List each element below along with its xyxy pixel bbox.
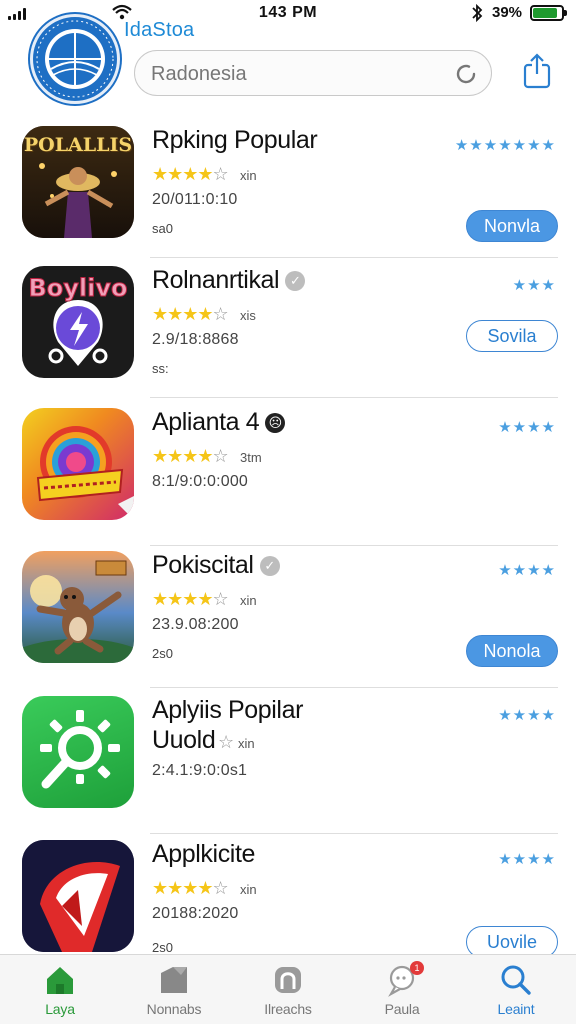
battery-icon (530, 5, 567, 21)
verified-badge-icon: ✓ (285, 271, 306, 291)
loading-spinner-icon (456, 64, 476, 84)
stars-right: ★★★★ (498, 419, 556, 436)
star-rating: ★★★★☆ (152, 878, 229, 898)
stars-right: ★★★★ (498, 562, 556, 579)
tab-label: Nonnabs (146, 1001, 202, 1017)
list-item[interactable]: Boylivo Rolnanrtikal ✓ ★★★★☆ xis 2.9/18:8… (0, 258, 576, 398)
app-name-text: Rolnanrtikal (152, 266, 280, 294)
rating-count: xin (240, 882, 257, 897)
app-size: 2s0 (152, 646, 173, 661)
list-item[interactable]: Applkicite ★★★★☆ xin 20188:2020 2s0 ★★★★… (0, 832, 576, 972)
tab-label: Leaint (497, 1001, 535, 1017)
list-item[interactable]: POLALLIS Rpking Popular ★★★★☆ xin 20/011… (0, 118, 576, 258)
app-size: ss: (152, 361, 169, 376)
app-icon-boylivo[interactable]: Boylivo (22, 266, 134, 378)
rating-count: xis (240, 308, 256, 323)
app-name[interactable]: Rpking Popular (152, 126, 318, 155)
rating-count: xin (240, 593, 257, 608)
list-item[interactable]: Aplyiis Popilar Uuold ☆ xin 2:4.1:9:0:0s… (0, 688, 576, 834)
star-rating: ★★★★☆ (152, 446, 229, 466)
app-size: sa0 (152, 221, 173, 236)
app-icon-green-sun[interactable] (22, 696, 134, 808)
home-icon (47, 967, 73, 994)
star-rating: ☆ (218, 732, 234, 752)
list-item[interactable]: Pokiscital ✓ ★★★★☆ xin 23.9.08:200 2s0 ★★… (0, 543, 576, 688)
app-name[interactable]: Rolnanrtikal ✓ (152, 266, 306, 295)
app-name[interactable]: Aplianta 4 ☹ (152, 408, 286, 437)
get-button[interactable]: Nonola (466, 635, 558, 667)
app-size: 2s0 (152, 940, 173, 955)
tab-updates[interactable]: 1 Paula (352, 961, 452, 1017)
tab-label: Paula (384, 1001, 420, 1017)
app-icon-bear[interactable] (22, 551, 134, 663)
divider (150, 397, 558, 398)
star-rating: ★★★★☆ (152, 304, 229, 324)
star-rating: ★★★★☆ (152, 164, 229, 184)
app-name-text: Pokiscital (152, 551, 254, 579)
rating-count: xin (238, 736, 255, 751)
tab-label: Laya (45, 1001, 75, 1017)
app-icon-text: POLALLIS (23, 134, 133, 156)
search-input[interactable]: Radonesia (134, 50, 492, 96)
tag-icon (161, 967, 187, 993)
tab-games[interactable]: Nonnabs (124, 963, 224, 1017)
emoji-badge-icon: ☹ (265, 413, 286, 433)
app-name[interactable]: Pokiscital ✓ (152, 551, 280, 580)
app-meta: 2:4.1:9:0:0s1 (152, 762, 248, 779)
tab-search[interactable]: Leaint (466, 963, 566, 1017)
app-icon-text: Boylivo (28, 274, 128, 303)
rating-count: xin (240, 168, 257, 183)
bluetooth-icon (472, 3, 483, 23)
share-icon[interactable] (518, 52, 556, 90)
app-meta: 20188:2020 (152, 905, 239, 922)
get-button[interactable]: Nonvla (466, 210, 558, 242)
search-icon (501, 965, 531, 995)
tab-today[interactable]: Laya (10, 963, 110, 1017)
app-name[interactable]: Aplyiis Popilar (152, 696, 303, 725)
stars-right: ★★★★★★★ (454, 137, 556, 154)
app-meta: 8:1/9:0:0:000 (152, 473, 249, 490)
get-button[interactable]: Sovila (466, 320, 558, 352)
search-value: Radonesia (151, 63, 247, 85)
app-meta: 20/011:0:10 (152, 191, 238, 208)
store-logo (30, 14, 120, 104)
app-meta: 2.9/18:8868 (152, 331, 239, 348)
app-icon-polallis[interactable]: POLALLIS (22, 126, 134, 238)
tab-bar: Laya Nonnabs Ilreachs 1 Paula Leaint (0, 954, 576, 1024)
tab-apps[interactable]: Ilreachs (238, 963, 338, 1017)
notification-badge: 1 (410, 961, 424, 975)
verified-badge-icon: ✓ (259, 556, 280, 576)
star-rating: ★★★★☆ (152, 589, 229, 609)
battery-percent: 39% (492, 4, 523, 21)
stars-right: ★★★ (512, 277, 556, 294)
list-item[interactable]: Aplianta 4 ☹ ★★★★☆ 3tm 8:1/9:0:0:000 ★★★★ (0, 400, 576, 546)
app-name[interactable]: Applkicite (152, 840, 255, 869)
stars-right: ★★★★ (498, 707, 556, 724)
stars-right: ★★★★ (498, 851, 556, 868)
app-meta: 23.9.08:200 (152, 616, 239, 633)
rating-count: 3tm (240, 450, 262, 465)
arch-icon (275, 967, 301, 993)
store-name: IdaStoa (124, 19, 195, 41)
app-name-line2: Uuold (152, 726, 216, 754)
app-icon-rainbow[interactable] (22, 408, 134, 520)
tab-label: Ilreachs (264, 1001, 312, 1017)
app-icon-red-arrow[interactable] (22, 840, 134, 952)
app-name-text: Aplianta 4 (152, 408, 260, 436)
